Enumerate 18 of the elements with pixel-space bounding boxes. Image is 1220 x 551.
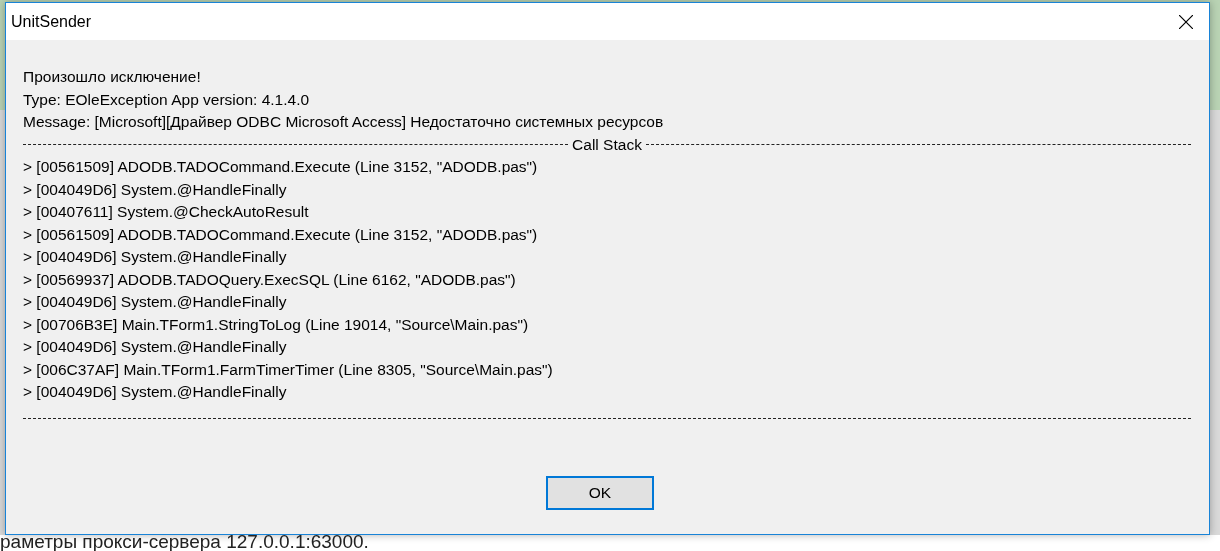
stack-entry: > [004049D6] System.@HandleFinally xyxy=(23,247,288,267)
stack-entry: > [00561509] ADODB.TADOCommand.Execute (Line 3152, "ADODB.pas") xyxy=(23,157,539,177)
message-line: Message: [Microsoft][Драйвер ODBC Microsoft Access] Недостаточно системных ресурсов xyxy=(23,112,665,132)
call-stack-title: Call Stack xyxy=(572,134,642,155)
close-icon xyxy=(1179,14,1193,29)
ok-button[interactable]: OK xyxy=(546,476,654,510)
stack-entry: > [00561509] ADODB.TADOCommand.Execute (Line 3152, "ADODB.pas") xyxy=(23,224,539,245)
message-line: Произошло исключение! xyxy=(23,67,202,87)
stack-entry: > [004049D6] System.@HandleFinally xyxy=(23,292,288,312)
stack-entry: > [004049D6] System.@HandleFinally xyxy=(23,337,288,357)
window-title: UnitSender xyxy=(11,12,92,31)
stack-entry: > [00706B3E] Main.TForm1.StringToLog (Line 19014, "Source\Main.pas") xyxy=(23,314,530,335)
stack-entry: > [00407611] System.@CheckAutoResult xyxy=(23,202,310,222)
stack-entry: > [004049D6] System.@HandleFinally xyxy=(23,382,288,402)
stack-entry: > [006C37AF] Main.TForm1.FarmTimerTimer (Line 8305, "Source\Main.pas") xyxy=(23,359,554,380)
stack-entry: > [004049D6] System.@HandleFinally xyxy=(23,179,288,200)
stack-entry: > [00569937] ADODB.TADOQuery.ExecSQL (Line 6162, "ADODB.pas") xyxy=(23,269,517,290)
message-line: Type: EOleException App version: 4.1.4.0 xyxy=(23,89,311,110)
